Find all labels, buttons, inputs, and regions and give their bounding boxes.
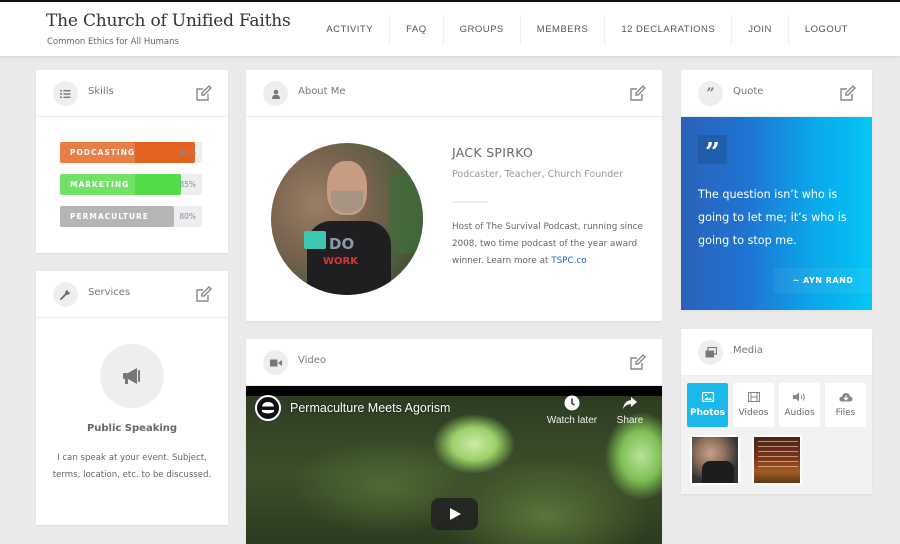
- nav-faq[interactable]: FAQ: [389, 15, 443, 45]
- avatar-shirt-text: DO: [329, 235, 355, 253]
- skill-bar-podcasting: PODCASTING 95%: [60, 142, 202, 163]
- services-title: Services: [88, 287, 131, 298]
- divider: [452, 201, 488, 203]
- play-icon: [449, 508, 461, 520]
- service-description: I can speak at your event. Subject, term…: [52, 453, 212, 480]
- profile-avatar: DO WORK: [271, 143, 423, 295]
- tab-files[interactable]: Files: [825, 383, 866, 427]
- about-card-header: About Me: [246, 70, 662, 117]
- photo-thumbnail[interactable]: [690, 435, 740, 485]
- edit-about-button[interactable]: [629, 84, 647, 102]
- share-button[interactable]: Share: [600, 394, 660, 426]
- skills-card-header: Skills: [36, 70, 228, 117]
- main-nav: ACTIVITY FAQ GROUPS MEMBERS 12 DECLARATI…: [310, 15, 864, 45]
- quote-box: ” The question isn’t who is going to let…: [681, 117, 872, 310]
- site-tagline: Common Ethics for All Humans: [47, 37, 179, 47]
- avatar-shirt-text: WORK: [323, 256, 358, 267]
- image-icon: [687, 390, 728, 404]
- media-card: Media Photos Videos Audios Files: [681, 329, 872, 494]
- quote-icon: ”: [698, 81, 723, 106]
- speaker-icon: [779, 390, 820, 404]
- quote-card: ” Quote ” The question isn’t who is goin…: [681, 70, 872, 310]
- media-body: Photos Videos Audios Files: [681, 376, 872, 494]
- media-title: Media: [733, 345, 764, 356]
- skill-bar-permaculture: PERMACULTURE 80%: [60, 206, 202, 227]
- tab-videos[interactable]: Videos: [733, 383, 774, 427]
- watch-later-button[interactable]: Watch later: [542, 394, 602, 426]
- quote-title: Quote: [733, 86, 764, 97]
- edit-quote-button[interactable]: [839, 84, 857, 102]
- clock-icon: [542, 394, 602, 412]
- profile-bio: Host of The Survival Podcast, running si…: [452, 219, 652, 270]
- share-label: Share: [616, 415, 644, 426]
- tab-label: Photos: [689, 408, 726, 418]
- tab-photos[interactable]: Photos: [687, 383, 728, 427]
- video-camera-icon: [263, 350, 288, 375]
- quote-mark-icon: ”: [698, 135, 727, 168]
- skills-card: Skills PODCASTING 95% MARKETING 85% PERM…: [36, 70, 228, 253]
- tab-audios[interactable]: Audios: [779, 383, 820, 427]
- share-arrow-icon: [600, 394, 660, 412]
- user-icon: [263, 81, 288, 106]
- cloud-download-icon: [825, 390, 866, 404]
- skill-bar-marketing: MARKETING 85%: [60, 174, 202, 195]
- nav-activity[interactable]: ACTIVITY: [310, 15, 389, 45]
- video-card-header: Video: [246, 339, 662, 386]
- skills-title: Skills: [88, 86, 114, 97]
- site-header: The Church of Unified Faiths Common Ethi…: [0, 2, 900, 57]
- edit-services-button[interactable]: [195, 285, 213, 303]
- nav-join[interactable]: JOIN: [731, 15, 788, 45]
- tab-label: Audios: [784, 408, 815, 418]
- edit-skills-button[interactable]: [195, 84, 213, 102]
- video-card: Video Permaculture Meets Agorism Watch l…: [246, 339, 662, 544]
- nav-members[interactable]: MEMBERS: [519, 15, 605, 45]
- quote-card-header: ” Quote: [681, 70, 872, 117]
- video-title[interactable]: Permaculture Meets Agorism: [290, 401, 450, 415]
- edit-video-button[interactable]: [629, 353, 647, 371]
- skill-label: PERMACULTURE: [70, 212, 149, 221]
- media-card-header: Media: [681, 329, 872, 376]
- service-name: Public Speaking: [86, 423, 178, 434]
- tspc-link[interactable]: TSPC.co: [551, 256, 586, 266]
- site-title[interactable]: The Church of Unified Faiths: [46, 11, 291, 31]
- quote-author: ~ AYN RAND: [774, 268, 872, 293]
- profile-name: JACK SPIRKO: [452, 145, 534, 160]
- skill-bars: PODCASTING 95% MARKETING 85% PERMACULTUR…: [60, 142, 202, 238]
- nav-groups[interactable]: GROUPS: [442, 15, 520, 45]
- skill-label: MARKETING: [70, 180, 130, 189]
- nav-12-declarations[interactable]: 12 DECLARATIONS: [604, 15, 731, 45]
- profile-bio-text: Host of The Survival Podcast, running si…: [452, 222, 643, 266]
- film-icon: [733, 390, 774, 404]
- tab-label: Videos: [738, 408, 769, 418]
- skill-percent: 80%: [179, 212, 196, 221]
- gallery-icon: [698, 340, 723, 365]
- watch-later-label: Watch later: [546, 415, 598, 426]
- video-player[interactable]: Permaculture Meets Agorism Watch later S…: [246, 386, 662, 544]
- media-tabs: Photos Videos Audios Files: [687, 383, 871, 427]
- megaphone-icon: [100, 344, 164, 408]
- services-card-header: Services: [36, 271, 228, 318]
- photo-thumbnail[interactable]: [752, 435, 802, 485]
- quote-text: The question isn’t who is going to let m…: [698, 188, 847, 247]
- profile-role: Podcaster, Teacher, Church Founder: [452, 169, 624, 180]
- video-title-label: Video: [298, 355, 327, 366]
- list-icon: [53, 81, 78, 106]
- about-card: About Me DO WORK JACK SPIRKO Podcaster, …: [246, 70, 662, 321]
- channel-avatar-icon[interactable]: [255, 395, 281, 421]
- nav-logout[interactable]: LOGOUT: [787, 15, 864, 45]
- services-card: Services Public Speaking I can speak at …: [36, 271, 228, 525]
- tab-label: Files: [835, 408, 856, 418]
- skill-percent: 95%: [179, 148, 196, 157]
- skill-label: PODCASTING: [70, 148, 136, 157]
- play-button[interactable]: [431, 498, 478, 530]
- about-title: About Me: [298, 86, 346, 97]
- skill-percent: 85%: [179, 180, 196, 189]
- wrench-icon: [53, 282, 78, 307]
